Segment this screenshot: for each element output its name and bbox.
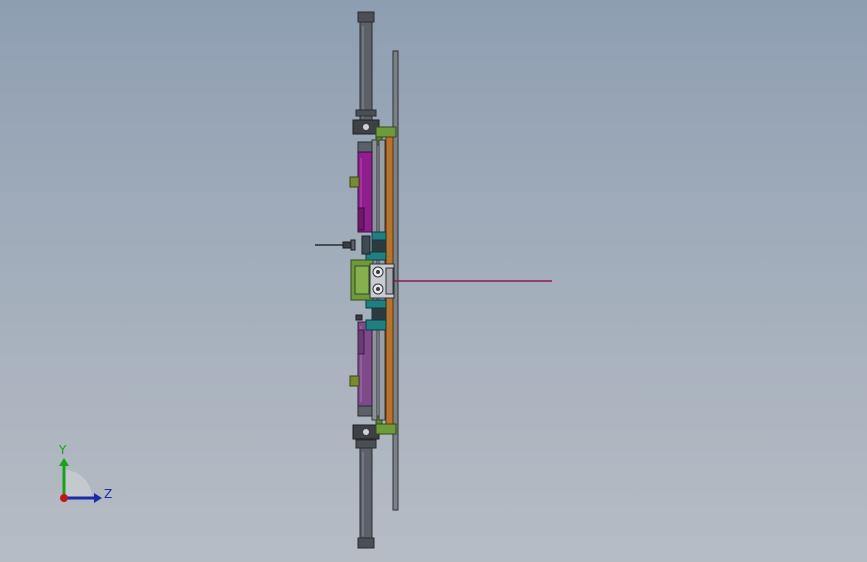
z-axis-arrow bbox=[94, 493, 102, 503]
center-mount[interactable] bbox=[350, 259, 395, 301]
y-axis-label: Y bbox=[58, 443, 67, 457]
assembly-side-view[interactable] bbox=[0, 0, 867, 562]
top-cylinder[interactable] bbox=[352, 11, 380, 135]
triad-quadrant bbox=[64, 470, 92, 498]
olive-block-upper[interactable] bbox=[349, 176, 360, 188]
cad-viewport[interactable]: Y Z bbox=[0, 0, 867, 562]
y-axis-arrow bbox=[59, 458, 69, 466]
lower-violet-cylinder[interactable] bbox=[357, 321, 373, 417]
z-axis-label: Z bbox=[104, 487, 112, 501]
triad-origin bbox=[60, 494, 68, 502]
olive-block-lower[interactable] bbox=[349, 375, 360, 387]
upper-magenta-cylinder[interactable] bbox=[357, 141, 373, 233]
bottom-cylinder[interactable] bbox=[352, 424, 380, 549]
lower-pin[interactable] bbox=[355, 314, 363, 321]
side-bolt[interactable] bbox=[315, 239, 356, 251]
teal-block-upper[interactable] bbox=[361, 231, 387, 261]
teal-block-lower[interactable] bbox=[365, 299, 387, 331]
orientation-triad[interactable]: Y Z bbox=[48, 440, 118, 512]
